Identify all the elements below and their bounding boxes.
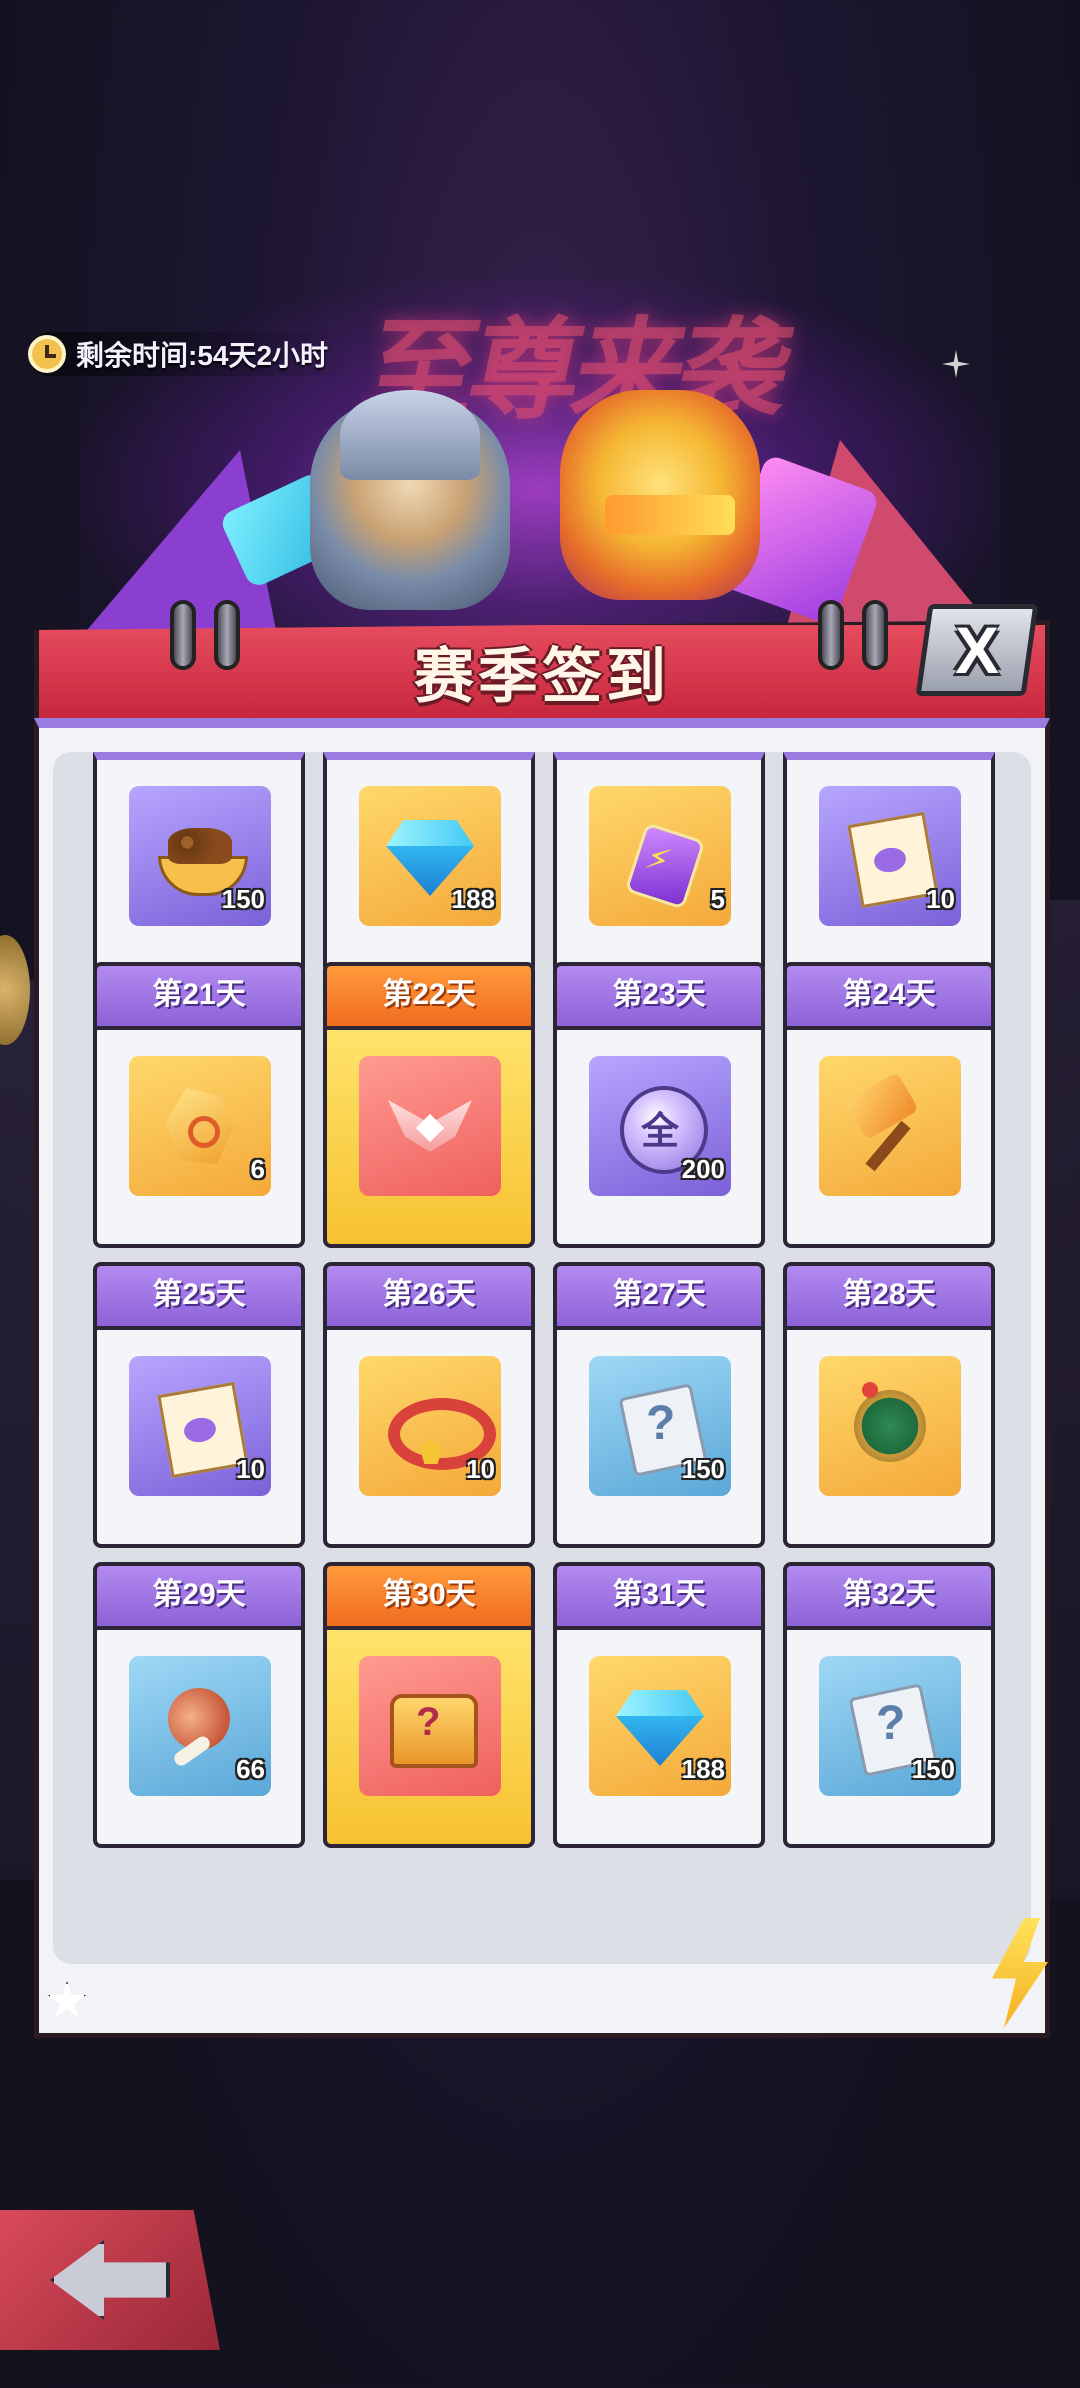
- meat-icon: [152, 1678, 248, 1774]
- reward-slot: 10: [93, 1326, 305, 1548]
- reward-quantity: 10: [236, 1454, 265, 1484]
- back-arrow-icon: [50, 2240, 170, 2320]
- reward-quantity: 6: [250, 1154, 265, 1184]
- day-label: 第29天: [93, 1562, 305, 1626]
- compass-icon: [842, 1378, 938, 1474]
- reward-slot: 150: [553, 1326, 765, 1548]
- reward-item[interactable]: [819, 1056, 961, 1196]
- reward-cell[interactable]: 第21天 6: [93, 962, 305, 1248]
- reward-quantity: 10: [466, 1454, 495, 1484]
- integral-ticket-icon: [842, 808, 938, 904]
- reward-slot: 188: [323, 752, 535, 974]
- clock-icon: [28, 335, 66, 373]
- reward-slot: 6: [93, 1026, 305, 1248]
- reward-slot: 5: [553, 752, 765, 974]
- winged-helmet-icon: [340, 390, 480, 480]
- treasure-chest-icon: [382, 1678, 478, 1774]
- reward-item[interactable]: [359, 1656, 501, 1796]
- hammer-icon: [842, 1078, 938, 1174]
- day-label: 第23天: [553, 962, 765, 1026]
- panel-body: 150188510第21天6第22天第23天全200第24天第25天10第26天…: [34, 718, 1050, 2038]
- reward-cell[interactable]: 第28天: [783, 1262, 995, 1548]
- reward-cell[interactable]: 第25天 10: [93, 1262, 305, 1548]
- reward-cell[interactable]: 第29天 66: [93, 1562, 305, 1848]
- reward-cell[interactable]: 第26天 10: [323, 1262, 535, 1548]
- panel-title: 赛季签到: [414, 643, 670, 710]
- day-label: 第31天: [553, 1562, 765, 1626]
- reward-quantity: 188: [451, 884, 495, 914]
- remaining-time-label: 剩余时间:54天2小时: [76, 340, 329, 371]
- reward-quantity: 5: [710, 884, 725, 914]
- day-label: 第28天: [783, 1262, 995, 1326]
- event-banner: 至尊来袭: [40, 240, 1040, 660]
- reward-cell[interactable]: 第30天: [323, 1562, 535, 1848]
- day-label: 第25天: [93, 1262, 305, 1326]
- reward-slot: 150: [783, 1626, 995, 1848]
- close-button[interactable]: X: [915, 604, 1039, 696]
- reward-cell[interactable]: 第32天 150: [783, 1562, 995, 1848]
- close-icon: X: [954, 613, 1000, 687]
- reward-slot: 全 200: [553, 1026, 765, 1248]
- reward-slot: [323, 1626, 535, 1848]
- day-label: 第21天: [93, 962, 305, 1026]
- day-label: 第27天: [553, 1262, 765, 1326]
- season-checkin-panel: 赛季签到 X 150188510第21天6第22天第23天全200第24天第25…: [34, 600, 1050, 2038]
- gold-ore-icon: [152, 1078, 248, 1174]
- reward-quantity: 150: [221, 884, 265, 914]
- wings-emblem-icon: [382, 1078, 478, 1174]
- day-label: 第30天: [323, 1562, 535, 1626]
- back-button[interactable]: [0, 2210, 220, 2350]
- reward-slot: [783, 1326, 995, 1548]
- reward-cell[interactable]: 第23天全 200: [553, 962, 765, 1248]
- reward-cell[interactable]: 第24天: [783, 962, 995, 1248]
- remaining-time: 剩余时间:54天2小时: [28, 332, 359, 376]
- reward-slot: [783, 1026, 995, 1248]
- reward-slot: 10: [323, 1326, 535, 1548]
- reward-item[interactable]: [359, 1056, 501, 1196]
- reward-cell[interactable]: 第27天 150: [553, 1262, 765, 1548]
- energy-potion-icon: [612, 808, 708, 904]
- reward-scroll-area[interactable]: 150188510第21天6第22天第23天全200第24天第25天10第26天…: [53, 752, 1031, 1964]
- day-label: 第26天: [323, 1262, 535, 1326]
- reward-quantity: 66: [236, 1754, 265, 1784]
- token-char: 全: [640, 1111, 679, 1153]
- reward-slot: 66: [93, 1626, 305, 1848]
- reward-item[interactable]: [819, 1356, 961, 1496]
- side-event-badge[interactable]: [0, 935, 30, 1045]
- visor-glasses-icon: [605, 495, 735, 535]
- reward-cell[interactable]: 第22天: [323, 962, 535, 1248]
- integral-ticket-icon: [152, 1378, 248, 1474]
- reward-quantity: 150: [681, 1454, 725, 1484]
- reward-slot: 150: [93, 752, 305, 974]
- day-label: 第24天: [783, 962, 995, 1026]
- day-label: 第22天: [323, 962, 535, 1026]
- day-label: 第32天: [783, 1562, 995, 1626]
- reward-slot: [323, 1026, 535, 1248]
- reward-quantity: 10: [926, 884, 955, 914]
- reward-quantity: 200: [681, 1154, 725, 1184]
- reward-quantity: 150: [911, 1754, 955, 1784]
- pet-collar-icon: [382, 1378, 496, 1474]
- star-icon: [47, 1981, 87, 2018]
- reward-slot: 10: [783, 752, 995, 974]
- reward-quantity: 188: [681, 1754, 725, 1784]
- reward-cell[interactable]: 第31天 188: [553, 1562, 765, 1848]
- reward-slot: 188: [553, 1626, 765, 1848]
